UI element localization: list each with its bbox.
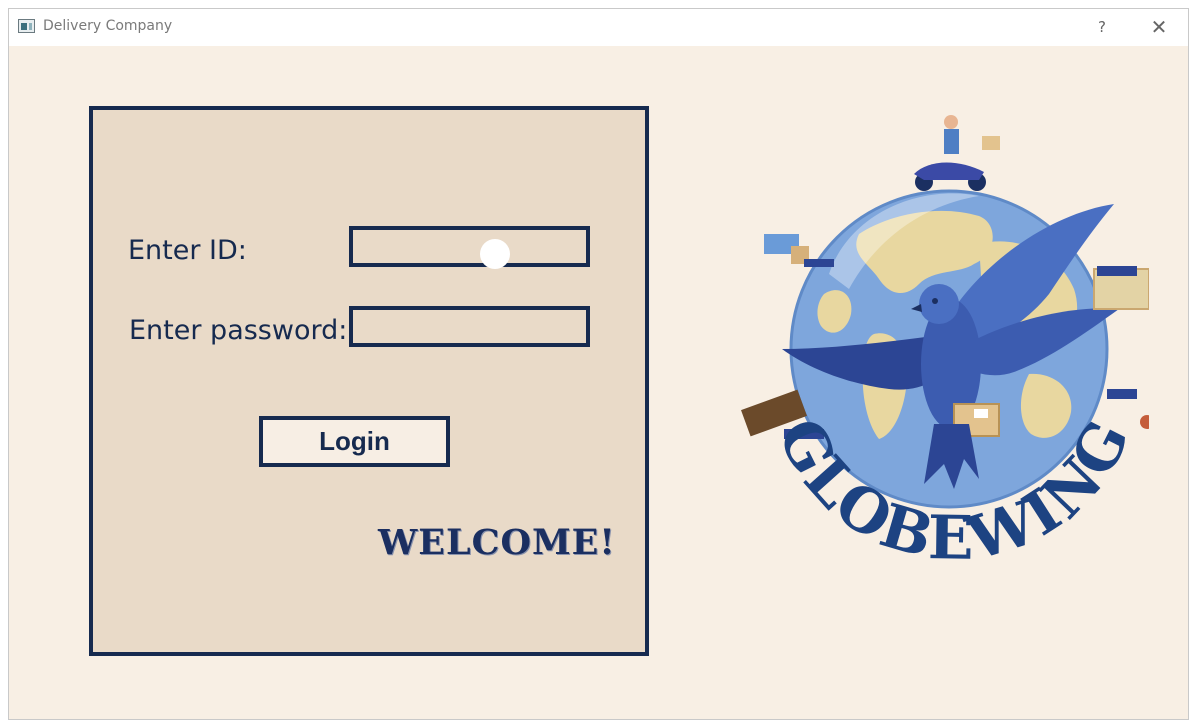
courier-right-icon [1093, 266, 1149, 310]
scooter-rider-icon [914, 115, 1000, 191]
courier-right-lower-icon [1107, 389, 1149, 429]
mouse-cursor-indicator [480, 239, 510, 269]
help-button[interactable]: ? [1092, 15, 1112, 39]
welcome-text: WELCOME! [378, 522, 616, 563]
id-input[interactable] [353, 230, 586, 263]
title-bar: Delivery Company ? ✕ [9, 9, 1188, 46]
login-panel: Enter ID: Enter password: Login WELCOME! [89, 106, 649, 656]
app-icon [18, 19, 35, 33]
login-button[interactable]: Login [259, 416, 450, 467]
globewing-logo: GLOBEWING [741, 115, 1149, 574]
password-field[interactable] [349, 306, 590, 347]
courier-left-icon [764, 234, 834, 267]
close-button[interactable]: ✕ [1147, 15, 1171, 39]
password-label: Enter password: [129, 315, 348, 346]
id-label: Enter ID: [128, 235, 247, 266]
window-title: Delivery Company [43, 18, 173, 34]
password-input[interactable] [353, 310, 586, 343]
id-field[interactable] [349, 226, 590, 267]
app-window: Delivery Company ? ✕ Enter ID: Enter pas… [8, 8, 1189, 720]
